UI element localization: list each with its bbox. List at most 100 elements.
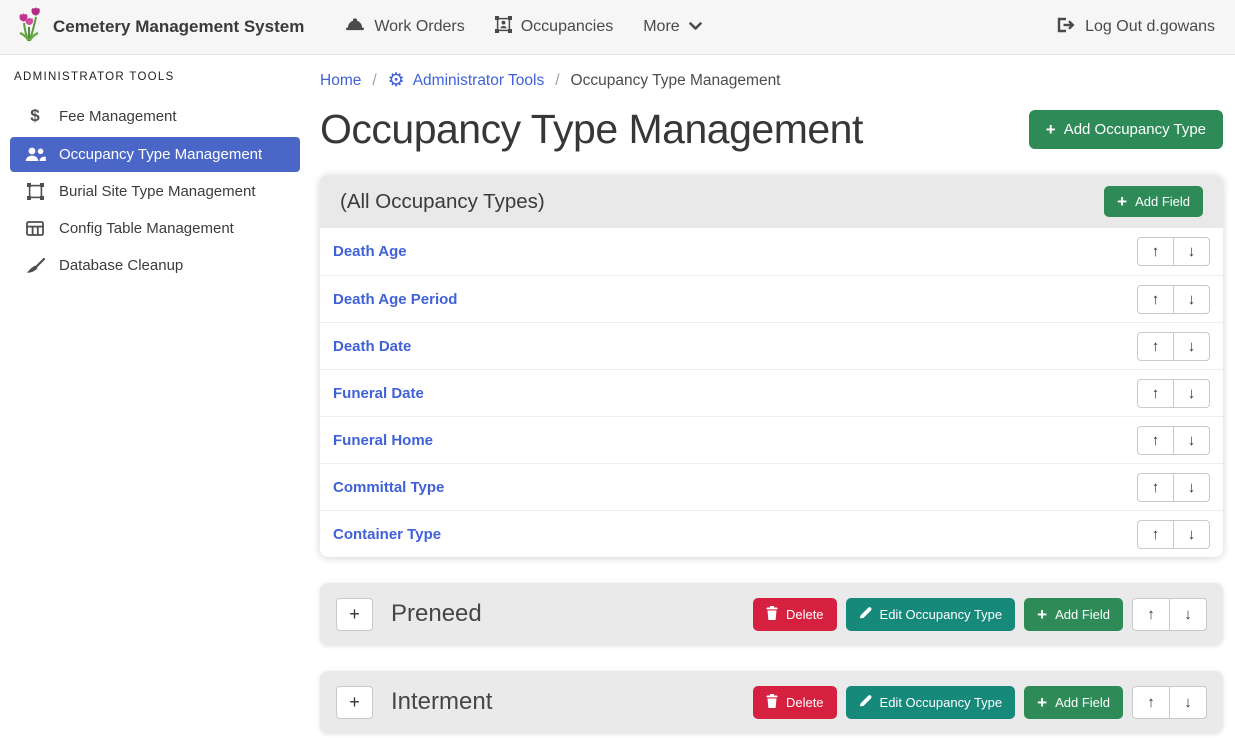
move-down-button[interactable]: ↓ <box>1173 379 1210 408</box>
field-row: Death Age Period ↑ ↓ <box>320 275 1223 322</box>
occupancy-type-section-interment: + Interment Delete <box>320 671 1223 733</box>
nav-label: Work Orders <box>374 18 464 36</box>
breadcrumb-label: Administrator Tools <box>413 72 545 90</box>
reorder-buttons: ↑ ↓ <box>1137 426 1210 455</box>
field-link-death-age[interactable]: Death Age <box>333 243 407 260</box>
occupancy-type-section-preneed: + Preneed Delete <box>320 583 1223 645</box>
field-link-container-type[interactable]: Container Type <box>333 526 441 543</box>
field-link-funeral-date[interactable]: Funeral Date <box>333 385 424 402</box>
button-label: Add Field <box>1135 194 1190 209</box>
top-navbar: Cemetery Management System Work Orders <box>0 0 1235 55</box>
section-title: Preneed <box>391 600 482 628</box>
sidebar-item-config-table-management[interactable]: Config Table Management <box>10 211 300 246</box>
nav-work-orders[interactable]: Work Orders <box>330 7 479 47</box>
main-nav: Work Orders Occupancies More <box>330 6 716 48</box>
move-up-button[interactable]: ↑ <box>1132 598 1170 631</box>
breadcrumb-separator: / <box>372 72 376 90</box>
main-content: Home / ⚙ Administrator Tools / Occupancy… <box>310 55 1235 738</box>
logout-button[interactable]: Log Out d.gowans <box>1053 7 1219 48</box>
move-up-button[interactable]: ↑ <box>1137 332 1174 361</box>
reorder-buttons: ↑ ↓ <box>1137 237 1210 266</box>
move-down-button[interactable]: ↓ <box>1173 237 1210 266</box>
delete-button[interactable]: Delete <box>753 598 837 631</box>
section-title: Interment <box>391 688 492 716</box>
all-occupancy-types-header: (All Occupancy Types) + Add Field <box>320 175 1223 228</box>
move-up-button[interactable]: ↑ <box>1137 237 1174 266</box>
page-title: Occupancy Type Management <box>320 106 863 153</box>
brand[interactable]: Cemetery Management System <box>16 7 304 48</box>
sidebar: ADMINISTRATOR TOOLS $ Fee Management Occ… <box>0 55 310 738</box>
move-down-button[interactable]: ↓ <box>1169 686 1207 719</box>
plus-icon: + <box>1037 606 1047 623</box>
expand-button[interactable]: + <box>336 686 373 719</box>
plus-icon: + <box>1117 193 1127 210</box>
move-down-button[interactable]: ↓ <box>1173 520 1210 549</box>
button-label: Add Occupancy Type <box>1064 121 1206 138</box>
sidebar-item-label: Config Table Management <box>59 220 234 237</box>
logout-icon <box>1057 17 1076 38</box>
dollar-icon: $ <box>23 106 47 126</box>
move-up-button[interactable]: ↑ <box>1137 285 1174 314</box>
pencil-icon <box>859 606 872 622</box>
add-field-button[interactable]: + Add Field <box>1104 186 1203 217</box>
field-link-funeral-home[interactable]: Funeral Home <box>333 432 433 449</box>
field-row: Committal Type ↑ ↓ <box>320 463 1223 510</box>
field-row: Death Date ↑ ↓ <box>320 322 1223 369</box>
button-label: Edit Occupancy Type <box>880 607 1003 622</box>
add-occupancy-type-button[interactable]: + Add Occupancy Type <box>1029 110 1223 149</box>
logout-label: Log Out d.gowans <box>1085 18 1215 36</box>
move-down-button[interactable]: ↓ <box>1173 332 1210 361</box>
reorder-buttons: ↑ ↓ <box>1137 520 1210 549</box>
field-link-committal-type[interactable]: Committal Type <box>333 479 444 496</box>
section-actions: Delete Edit Occupancy Type + Add Field ↑ <box>753 686 1207 719</box>
sidebar-item-label: Fee Management <box>59 108 177 125</box>
add-field-button[interactable]: + Add Field <box>1024 686 1123 719</box>
pencil-icon <box>859 694 872 710</box>
app-title: Cemetery Management System <box>53 17 304 37</box>
move-up-button[interactable]: ↑ <box>1132 686 1170 719</box>
sidebar-item-database-cleanup[interactable]: Database Cleanup <box>10 248 300 283</box>
breadcrumb-admin-tools-link[interactable]: ⚙ Administrator Tools <box>388 71 545 90</box>
page-header: Occupancy Type Management + Add Occupanc… <box>320 106 1223 153</box>
section-actions: Delete Edit Occupancy Type + Add Field ↑ <box>753 598 1207 631</box>
field-link-death-age-period[interactable]: Death Age Period <box>333 291 457 308</box>
move-up-button[interactable]: ↑ <box>1137 520 1174 549</box>
button-label: Add Field <box>1055 695 1110 710</box>
trash-icon <box>766 606 778 623</box>
move-up-button[interactable]: ↑ <box>1137 473 1174 502</box>
move-down-button[interactable]: ↓ <box>1169 598 1207 631</box>
field-link-death-date[interactable]: Death Date <box>333 338 411 355</box>
tulips-logo-icon <box>16 7 43 48</box>
edit-occupancy-type-button[interactable]: Edit Occupancy Type <box>846 598 1016 631</box>
sidebar-item-occupancy-type-management[interactable]: Occupancy Type Management <box>10 137 300 172</box>
add-field-button[interactable]: + Add Field <box>1024 598 1123 631</box>
move-up-button[interactable]: ↑ <box>1137 379 1174 408</box>
move-down-button[interactable]: ↓ <box>1173 426 1210 455</box>
plot-frame-icon <box>23 183 47 200</box>
nav-occupancies[interactable]: Occupancies <box>480 6 629 48</box>
expand-button[interactable]: + <box>336 598 373 631</box>
button-label: Add Field <box>1055 607 1110 622</box>
move-up-button[interactable]: ↑ <box>1137 426 1174 455</box>
table-icon <box>23 221 47 236</box>
nav-label: More <box>643 18 679 36</box>
nav-more[interactable]: More <box>628 8 716 46</box>
plus-icon: + <box>1037 694 1047 711</box>
edit-occupancy-type-button[interactable]: Edit Occupancy Type <box>846 686 1016 719</box>
button-label: Delete <box>786 695 824 710</box>
move-down-button[interactable]: ↓ <box>1173 473 1210 502</box>
breadcrumb-home-link[interactable]: Home <box>320 72 361 90</box>
breadcrumb-separator: / <box>555 72 559 90</box>
sidebar-item-label: Database Cleanup <box>59 257 183 274</box>
move-down-button[interactable]: ↓ <box>1173 285 1210 314</box>
plus-icon: + <box>1046 121 1056 138</box>
sidebar-item-fee-management[interactable]: $ Fee Management <box>10 97 300 135</box>
broom-icon <box>23 258 47 274</box>
delete-button[interactable]: Delete <box>753 686 837 719</box>
reorder-buttons: ↑ ↓ <box>1137 332 1210 361</box>
plot-frame-icon <box>495 16 512 38</box>
breadcrumb-current: Occupancy Type Management <box>571 72 781 90</box>
breadcrumb: Home / ⚙ Administrator Tools / Occupancy… <box>320 67 1223 90</box>
sidebar-item-label: Burial Site Type Management <box>59 183 256 200</box>
sidebar-item-burial-site-type-management[interactable]: Burial Site Type Management <box>10 174 300 209</box>
